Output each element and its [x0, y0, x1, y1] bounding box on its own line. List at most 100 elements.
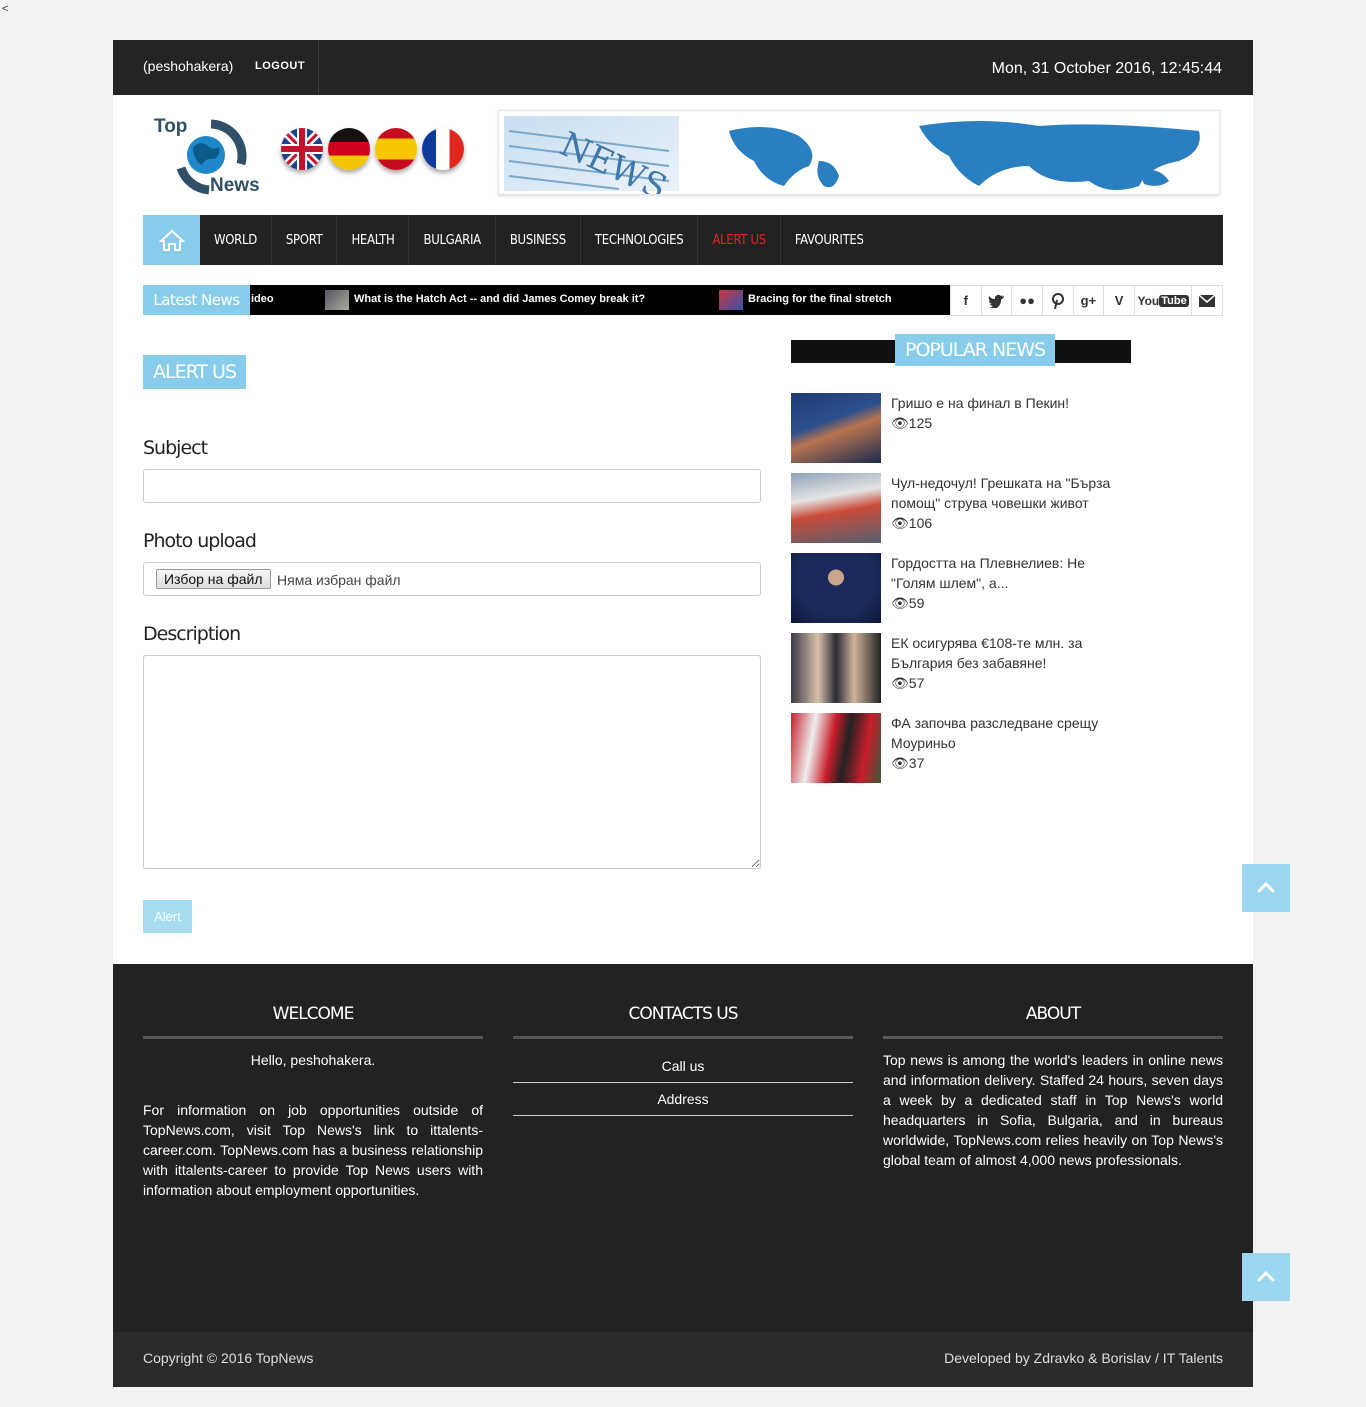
description-textarea[interactable]: [143, 655, 761, 869]
spain-flag-icon[interactable]: [375, 128, 417, 170]
flickr-icon[interactable]: ●●: [1012, 286, 1043, 315]
welcome-title: WELCOME: [272, 1004, 355, 1024]
nav-item-world[interactable]: WORLD: [200, 215, 272, 265]
address-link[interactable]: Address: [513, 1091, 853, 1107]
about-text: Top news is among the world's leaders in…: [883, 1052, 1223, 1168]
subject-label: Subject: [143, 437, 208, 459]
news-thumbnail[interactable]: [791, 393, 881, 463]
mail-icon[interactable]: [1192, 286, 1222, 315]
popular-news-title: POPULAR NEWS: [895, 334, 1056, 366]
welcome-greeting: Hello, peshohakera.: [250, 1052, 376, 1068]
username: (peshohakera): [143, 58, 234, 74]
news-title[interactable]: Гришо е на финал в Пекин!: [891, 395, 1069, 411]
site-logo[interactable]: Top News: [151, 112, 271, 197]
views-count: 59: [908, 595, 925, 611]
popular-news-item[interactable]: ЕК осигурява €108-те млн. за България бе…: [791, 633, 1131, 703]
nav-item-health[interactable]: HEALTH: [337, 215, 410, 265]
news-thumbnail[interactable]: [791, 473, 881, 543]
googleplus-icon[interactable]: g+: [1074, 286, 1105, 315]
file-status: Няма избран файл: [277, 572, 401, 588]
footer-rule: [143, 1036, 483, 1039]
youtube-icon[interactable]: You Tube: [1135, 286, 1193, 315]
developed-by: Developed by Zdravko & Borislav / IT Tal…: [944, 1350, 1223, 1366]
description-label: Description: [143, 623, 241, 645]
facebook-icon[interactable]: f: [951, 286, 982, 315]
home-button[interactable]: [143, 215, 200, 265]
ticker-thumb: [719, 290, 743, 310]
uk-flag-icon[interactable]: [281, 128, 323, 170]
ticker-item[interactable]: ideo: [251, 293, 274, 305]
contacts-title: CONTACTS US: [628, 1004, 738, 1024]
logout-link[interactable]: LOGOUT: [255, 60, 305, 72]
eye-icon: 👁: [891, 675, 909, 691]
alert-us-title: ALERT US: [143, 355, 247, 389]
news-views: 👁59: [891, 593, 1131, 613]
news-title[interactable]: Чул-недочул! Грешката на "Бърза помощ" с…: [891, 475, 1110, 511]
main-nav: WORLD SPORT HEALTH BULGARIA BUSINESS TEC…: [143, 215, 1223, 265]
scroll-to-top-button[interactable]: [1242, 1253, 1290, 1301]
popular-news-item[interactable]: Гордостта на Плевнелиев: Не "Голям шлем"…: [791, 553, 1131, 623]
eye-icon: 👁: [891, 515, 909, 531]
news-views: 👁106: [891, 513, 1131, 533]
nav-item-business[interactable]: BUSINESS: [496, 215, 581, 265]
footer: WELCOME Hello, peshohakera. For informat…: [113, 964, 1253, 1332]
language-flags: [281, 128, 464, 170]
alert-submit-button[interactable]: Alert: [143, 900, 192, 933]
ticker-thumb: [325, 290, 349, 310]
logo-top-text: Top: [154, 116, 187, 137]
nav-item-sport[interactable]: SPORT: [272, 215, 338, 265]
nav-item-bulgaria[interactable]: BULGARIA: [409, 215, 496, 265]
germany-flag-icon[interactable]: [328, 128, 370, 170]
welcome-text: For information on job opportunities out…: [143, 1102, 483, 1198]
home-icon: [158, 229, 185, 251]
views-count: 57: [908, 675, 925, 691]
datetime: Mon, 31 October 2016, 12:45:44: [991, 60, 1222, 77]
logo-bottom-text: News: [210, 175, 260, 196]
photo-upload-label: Photo upload: [143, 530, 257, 552]
top-bar: (peshohakera) LOGOUT Mon, 31 October 201…: [113, 40, 1253, 95]
choose-file-button[interactable]: Избор на файл: [156, 569, 271, 589]
about-title: ABOUT: [1025, 1004, 1081, 1024]
news-views: 👁37: [891, 753, 1131, 773]
news-title[interactable]: ЕК осигурява €108-те млн. за България бе…: [891, 635, 1082, 671]
topbar-divider: [318, 40, 319, 95]
vimeo-icon[interactable]: V: [1104, 286, 1135, 315]
ticker-item[interactable]: Bracing for the final stretch: [748, 293, 892, 305]
page-container: (peshohakera) LOGOUT Mon, 31 October 201…: [113, 40, 1253, 1387]
pinterest-icon[interactable]: [1043, 286, 1074, 315]
chevron-up-icon: [1256, 1271, 1276, 1283]
news-views: 👁57: [891, 673, 1131, 693]
views-count: 125: [908, 415, 933, 431]
news-title[interactable]: Гордостта на Плевнелиев: Не "Голям шлем"…: [891, 555, 1085, 591]
news-thumbnail[interactable]: [791, 553, 881, 623]
call-us-link[interactable]: Call us: [513, 1058, 853, 1074]
popular-news-item[interactable]: ФА започва разследване срещу Моуриньо 👁37: [791, 713, 1131, 783]
news-title[interactable]: ФА започва разследване срещу Моуриньо: [891, 715, 1098, 751]
news-thumbnail[interactable]: [791, 633, 881, 703]
twitter-icon[interactable]: [982, 286, 1013, 315]
news-ticker: ideo What is the Hatch Act -- and did Ja…: [143, 285, 950, 315]
popular-news-item[interactable]: Гришо е на финал в Пекин! 👁125: [791, 393, 1131, 463]
views-count: 106: [908, 515, 933, 531]
eye-icon: 👁: [891, 415, 909, 431]
bottom-bar: Copyright © 2016 TopNews Developed by Zd…: [113, 1332, 1253, 1387]
nav-item-technologies[interactable]: TECHNOLOGIES: [581, 215, 699, 265]
footer-rule: [883, 1036, 1223, 1039]
nav-item-alert-us[interactable]: ALERT US: [698, 215, 781, 265]
chevron-up-icon: [1256, 882, 1276, 894]
scroll-to-top-button[interactable]: [1242, 864, 1290, 912]
divider-line: [513, 1115, 853, 1116]
news-thumbnail[interactable]: [791, 713, 881, 783]
footer-rule: [513, 1036, 853, 1039]
views-count: 37: [908, 755, 925, 771]
ticker-item[interactable]: What is the Hatch Act -- and did James C…: [354, 293, 645, 305]
social-links: f ●● g+ V You Tube: [950, 285, 1223, 316]
youtube-label-tube: Tube: [1159, 294, 1189, 307]
youtube-label-you: You: [1137, 293, 1160, 308]
eye-icon: 👁: [891, 755, 909, 771]
subject-input[interactable]: [143, 469, 761, 503]
popular-news-item[interactable]: Чул-недочул! Грешката на "Бърза помощ" с…: [791, 473, 1131, 543]
france-flag-icon[interactable]: [422, 128, 464, 170]
divider-line: [513, 1082, 853, 1083]
nav-item-favourites[interactable]: FAVOURITES: [781, 215, 878, 265]
